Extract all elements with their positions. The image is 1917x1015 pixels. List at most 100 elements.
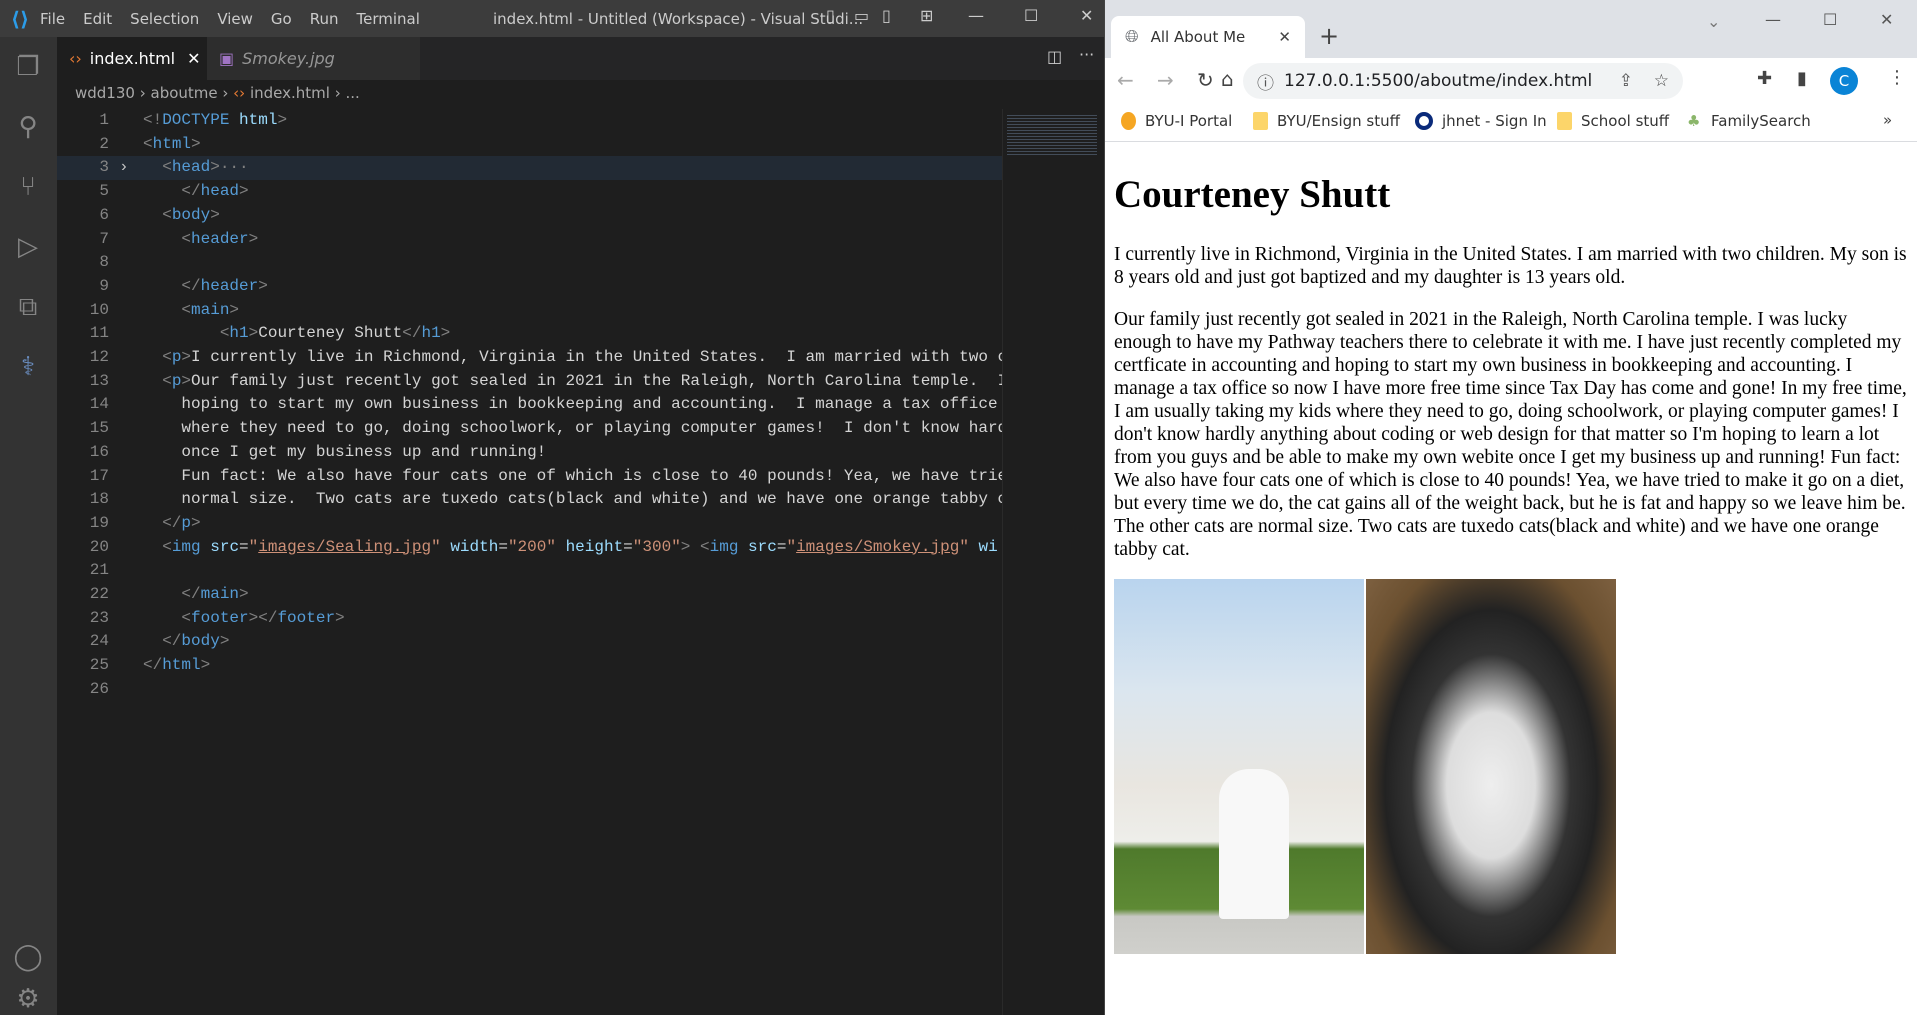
share-icon[interactable]: ⇪: [1619, 71, 1633, 91]
code-line[interactable]: 3 › <head>···: [57, 156, 1002, 181]
tab-smokey-jpg[interactable]: ▣ Smokey.jpg: [207, 37, 420, 80]
maximize-icon[interactable]: ☐: [1024, 6, 1038, 25]
source-control-icon[interactable]: ⑂: [12, 171, 44, 203]
minimap[interactable]: [1002, 109, 1104, 1015]
code-line[interactable]: 25 </html>: [57, 654, 1002, 678]
code-line[interactable]: 17 Fun fact: We also have four cats one …: [57, 465, 1002, 489]
code-editor[interactable]: 1 <!DOCTYPE html> 2 <html> 3 › <head>··· 5 </h…: [57, 109, 1002, 1015]
code-token: <: [162, 158, 172, 177]
code-token: <: [162, 371, 172, 390]
close-window-icon[interactable]: ✕: [1080, 6, 1093, 25]
code-line[interactable]: 15 where they need to go, doing schoolwo…: [57, 417, 1002, 441]
browser-tab[interactable]: 🌐︎ All About Me ✕: [1111, 16, 1305, 58]
code-line[interactable]: 8: [57, 251, 1002, 275]
home-icon[interactable]: ⌂: [1221, 67, 1234, 91]
code-text: <img src="images/Sealing.jpg" width="200…: [143, 536, 998, 560]
breadcrumb-item[interactable]: index.html: [250, 84, 330, 102]
tab-index-html[interactable]: ‹› index.html ✕: [57, 37, 207, 80]
bookmark-familysearch[interactable]: ♣ FamilySearch: [1687, 112, 1811, 130]
code-line[interactable]: 23 <footer></footer>: [57, 607, 1002, 631]
breadcrumb-item[interactable]: ...: [345, 84, 359, 102]
breadcrumb-item[interactable]: wdd130: [75, 84, 135, 102]
code-token: html: [239, 111, 278, 129]
menu-view[interactable]: View: [217, 10, 253, 28]
menu-selection[interactable]: Selection: [130, 10, 199, 28]
code-line[interactable]: 2 <html>: [57, 133, 1002, 157]
code-token: >: [181, 348, 192, 366]
code-token: width: [450, 537, 499, 556]
code-line[interactable]: 13 <p>Our family just recently got seale…: [57, 370, 1002, 394]
extensions-icon[interactable]: ✚: [1757, 68, 1772, 89]
menu-file[interactable]: File: [40, 10, 65, 28]
code-line[interactable]: 21: [57, 559, 1002, 583]
code-token: I currently live in Richmond, Virginia i…: [191, 348, 1002, 366]
code-line[interactable]: 10 <main>: [57, 299, 1002, 323]
new-tab-icon[interactable]: +: [1319, 22, 1339, 50]
line-number: 23: [89, 608, 109, 627]
code-line[interactable]: 26: [57, 678, 1002, 702]
code-line[interactable]: 18 normal size. Two cats are tuxedo cats…: [57, 488, 1002, 512]
code-line[interactable]: 11 <h1>Courteney Shutt</h1>: [57, 322, 1002, 346]
forward-icon[interactable]: →: [1157, 68, 1174, 92]
code-token: height: [565, 537, 624, 556]
line-number: 18: [89, 490, 109, 509]
explorer-icon[interactable]: ❐: [12, 51, 44, 83]
split-editor-icon[interactable]: ◫: [1047, 47, 1062, 66]
code-token: ": [786, 537, 797, 556]
code-line[interactable]: 14 hoping to start my own business in bo…: [57, 393, 1002, 417]
extensions-icon[interactable]: ⧉: [12, 291, 44, 323]
close-tab-icon[interactable]: ✕: [187, 49, 200, 68]
menu-edit[interactable]: Edit: [83, 10, 112, 28]
code-line[interactable]: 12 <p>I currently live in Richmond, Virg…: [57, 346, 1002, 370]
code-token: <: [700, 537, 710, 556]
back-icon[interactable]: ←: [1117, 68, 1134, 92]
more-actions-icon[interactable]: ···: [1079, 45, 1094, 64]
code-line[interactable]: 1 <!DOCTYPE html>: [57, 109, 1002, 133]
code-text: <body>: [143, 204, 220, 228]
menu-go[interactable]: Go: [271, 10, 292, 28]
code-line[interactable]: 9 </header>: [57, 275, 1002, 299]
run-debug-icon[interactable]: ▷: [12, 231, 44, 263]
code-text: where they need to go, doing schoolwork,…: [143, 417, 1002, 441]
code-line[interactable]: 24 </body>: [57, 630, 1002, 654]
account-icon[interactable]: ◯: [12, 941, 44, 973]
fold-chevron-icon[interactable]: ›: [119, 156, 129, 180]
more-bookmarks-button[interactable]: »: [1883, 111, 1892, 129]
code-line[interactable]: 5 </head>: [57, 180, 1002, 204]
menu-terminal[interactable]: Terminal: [357, 10, 420, 28]
bookmark-jhnet[interactable]: jhnet - Sign In: [1415, 112, 1547, 130]
maximize-icon[interactable]: ☐: [1823, 10, 1837, 29]
url-text[interactable]: 127.0.0.1:5500/aboutme/index.html: [1284, 71, 1592, 91]
site-info-icon[interactable]: ⓘ: [1257, 69, 1274, 94]
bookmark-school-stuff[interactable]: School stuff: [1557, 112, 1669, 130]
minimize-icon[interactable]: —: [968, 6, 984, 25]
bookmark-star-icon[interactable]: ☆: [1654, 71, 1669, 91]
code-line[interactable]: 6 <body>: [57, 204, 1002, 228]
code-line[interactable]: 22 </main>: [57, 583, 1002, 607]
settings-gear-icon[interactable]: ⚙: [12, 983, 44, 1015]
side-panel-icon[interactable]: ▮: [1797, 68, 1807, 89]
minimize-icon[interactable]: —: [1765, 10, 1781, 29]
profile-avatar[interactable]: C: [1830, 67, 1858, 95]
customize-layout-icon[interactable]: ⊞: [920, 6, 933, 25]
bookmark-byui-portal[interactable]: BYU-I Portal: [1121, 112, 1232, 130]
code-line[interactable]: 7 <header>: [57, 228, 1002, 252]
tab-search-icon[interactable]: ⌄: [1707, 12, 1720, 31]
python-icon[interactable]: ⚕: [12, 351, 44, 383]
code-line[interactable]: 19 </p>: [57, 512, 1002, 536]
code-line[interactable]: 20 <img src="images/Sealing.jpg" width="…: [57, 536, 1002, 560]
toggle-panel-icon[interactable]: ▭: [854, 6, 869, 25]
toggle-secondary-sidebar-icon[interactable]: ▯: [882, 6, 891, 25]
code-line[interactable]: 16 once I get my business up and running…: [57, 441, 1002, 465]
menu-run[interactable]: Run: [310, 10, 339, 28]
close-window-icon[interactable]: ✕: [1880, 10, 1893, 29]
breadcrumb-item[interactable]: aboutme: [151, 84, 218, 102]
search-icon[interactable]: ⚲: [12, 111, 44, 143]
bookmark-byu-ensign[interactable]: BYU/Ensign stuff: [1253, 112, 1400, 130]
toggle-sidebar-icon[interactable]: ▯: [826, 6, 835, 25]
menu-kebab-icon[interactable]: ⋮: [1888, 67, 1906, 88]
close-tab-icon[interactable]: ✕: [1278, 28, 1291, 46]
address-bar[interactable]: ⓘ 127.0.0.1:5500/aboutme/index.html ⇪ ☆: [1243, 63, 1683, 99]
reload-icon[interactable]: ↻: [1197, 68, 1214, 92]
